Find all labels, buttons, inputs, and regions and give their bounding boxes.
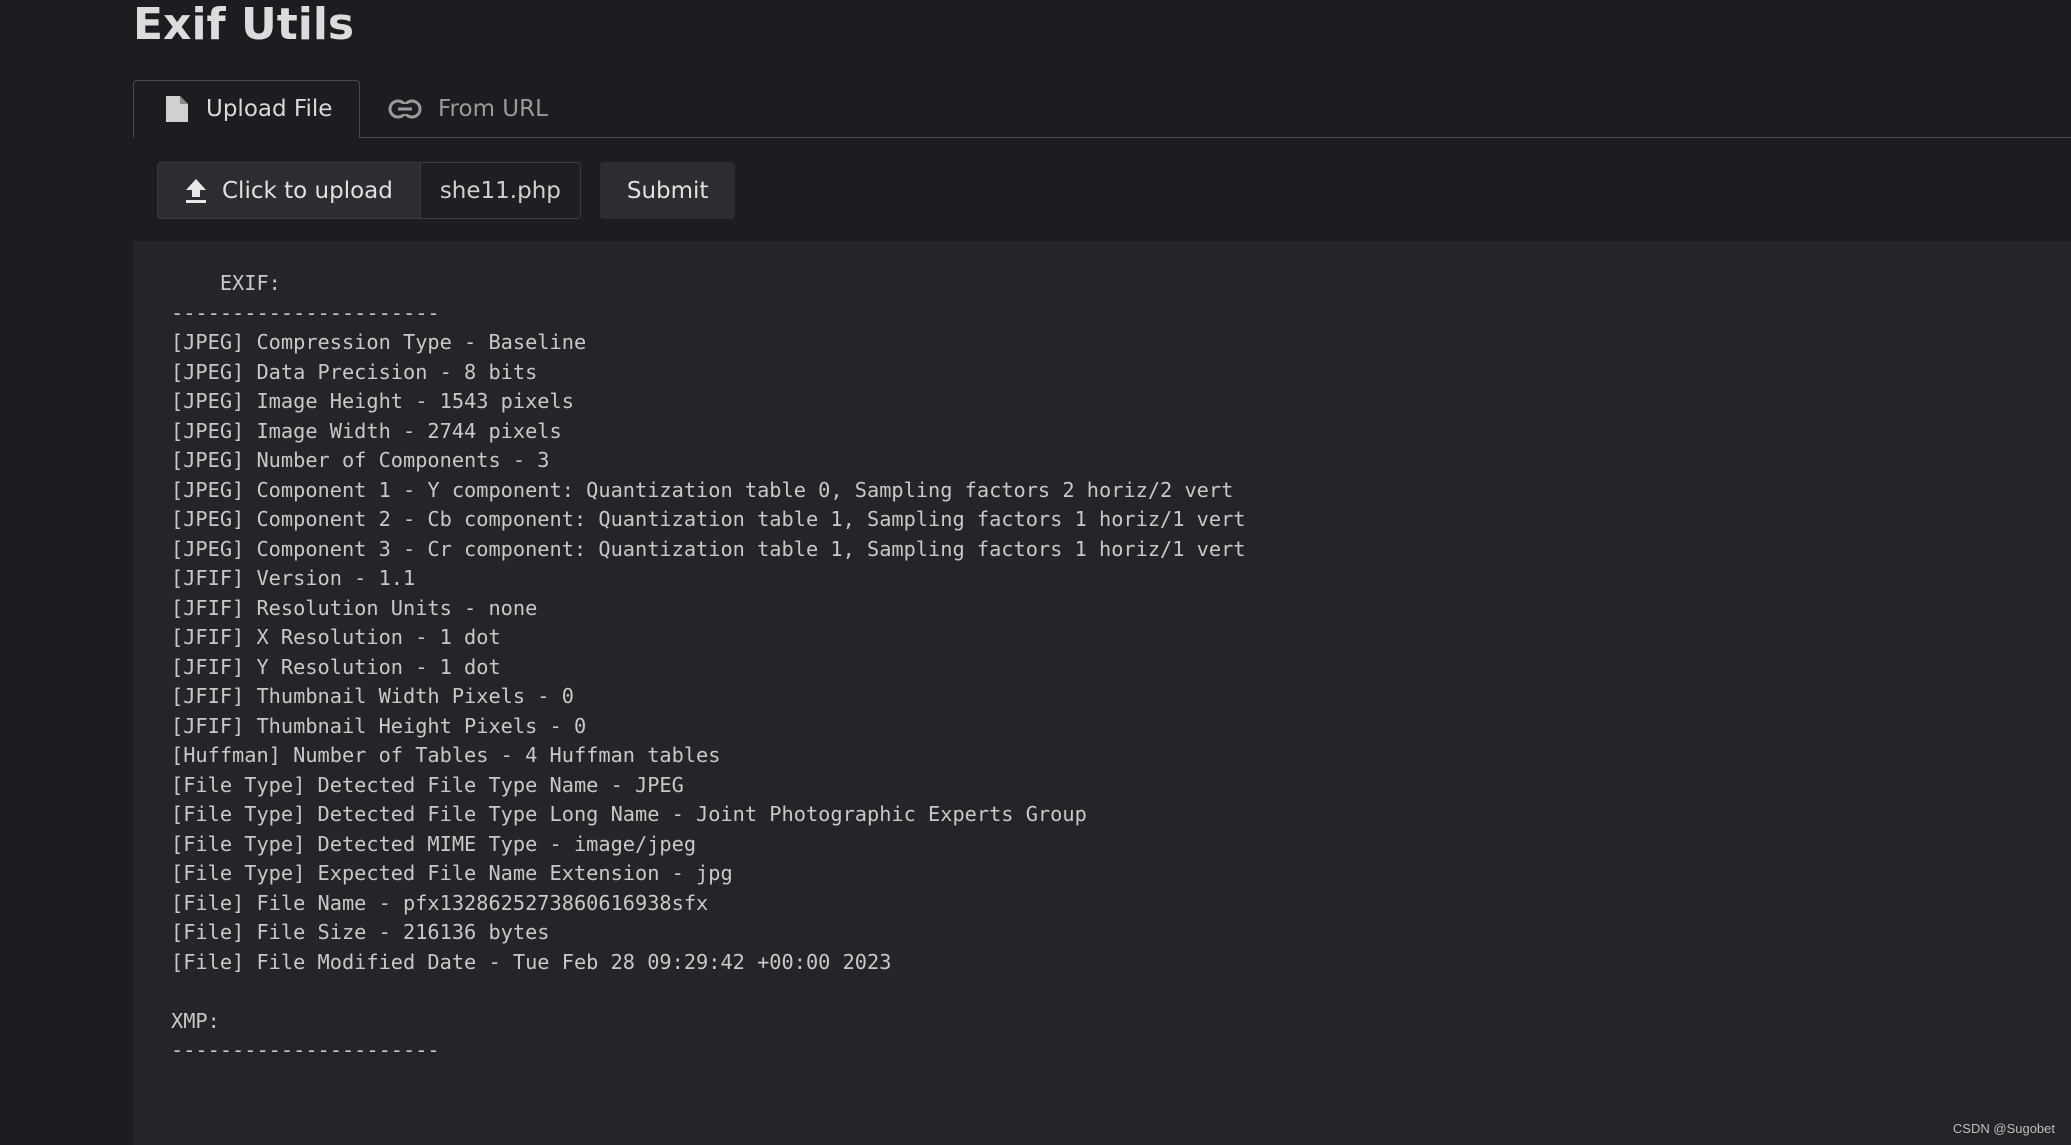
upload-controls: Click to upload she11.php Submit	[157, 162, 736, 219]
watermark: CSDN @Sugobet	[1952, 1121, 2055, 1136]
exif-line: [File Type] Detected MIME Type - image/j…	[171, 831, 697, 856]
tab-upload-file[interactable]: Upload File	[133, 80, 360, 138]
click-to-upload-label: Click to upload	[222, 177, 393, 204]
exif-line: [File] File Name - pfx132862527386061693…	[171, 890, 709, 915]
exif-line: [JPEG] Number of Components - 3	[171, 448, 550, 472]
file-icon	[164, 94, 190, 124]
exif-line: [JFIF] Thumbnail Height Pixels - 0	[171, 713, 587, 738]
upload-icon	[184, 178, 208, 204]
exif-line: [JPEG] Component 1 - Y component: Quanti…	[171, 477, 1234, 502]
exif-lines: [JPEG] Compression Type - Baseline [JPEG…	[171, 330, 1246, 974]
xmp-header: XMP:	[171, 1008, 220, 1033]
exif-line: [JPEG] Component 3 - Cr component: Quant…	[171, 536, 1246, 561]
xmp-separator: ----------------------	[171, 1038, 440, 1062]
exif-line: [JPEG] Data Precision - 8 bits	[171, 359, 538, 384]
exif-line: [JPEG] Compression Type - Baseline	[171, 330, 587, 354]
page: Exif Utils Upload File From URL Click to…	[0, 0, 2071, 1145]
page-title: Exif Utils	[133, 0, 355, 50]
file-upload-group: Click to upload she11.php	[157, 162, 581, 219]
submit-button[interactable]: Submit	[599, 162, 736, 219]
exif-line: [File Type] Expected File Name Extension…	[171, 861, 733, 885]
tab-from-url[interactable]: From URL	[388, 80, 548, 138]
tab-upload-file-label: Upload File	[206, 96, 333, 122]
link-icon	[388, 98, 422, 120]
exif-line: [JFIF] Version - 1.1	[171, 566, 416, 590]
exif-header: EXIF:	[171, 271, 281, 295]
click-to-upload-button[interactable]: Click to upload	[158, 163, 420, 218]
exif-line: [File Type] Detected File Type Long Name…	[171, 802, 1087, 826]
exif-line: [JPEG] Component 2 - Cb component: Quant…	[171, 507, 1246, 531]
exif-line: [JFIF] Thumbnail Width Pixels - 0	[171, 684, 574, 708]
exif-line: [JFIF] Resolution Units - none	[171, 595, 538, 620]
exif-line: [JFIF] X Resolution - 1 dot	[171, 625, 501, 649]
exif-output-panel: EXIF: ---------------------- [JPEG] Comp…	[133, 241, 2071, 1145]
exif-line: [Huffman] Number of Tables - 4 Huffman t…	[171, 743, 721, 767]
selected-file-name: she11.php	[419, 163, 580, 218]
exif-line: [JFIF] Y Resolution - 1 dot	[171, 654, 501, 679]
exif-line: [File] File Modified Date - Tue Feb 28 0…	[171, 949, 892, 974]
exif-line: [JPEG] Image Width - 2744 pixels	[171, 418, 562, 443]
exif-separator: ----------------------	[171, 300, 440, 325]
exif-line: [File Type] Detected File Type Name - JP…	[171, 772, 684, 797]
tab-bar-divider	[359, 137, 2071, 138]
tab-bar: Upload File From URL	[133, 80, 2071, 138]
tab-from-url-label: From URL	[438, 96, 548, 122]
exif-output-text: EXIF: ---------------------- [JPEG] Comp…	[171, 269, 1246, 1066]
exif-line: [File] File Size - 216136 bytes	[171, 920, 550, 944]
exif-line: [JPEG] Image Height - 1543 pixels	[171, 389, 574, 413]
